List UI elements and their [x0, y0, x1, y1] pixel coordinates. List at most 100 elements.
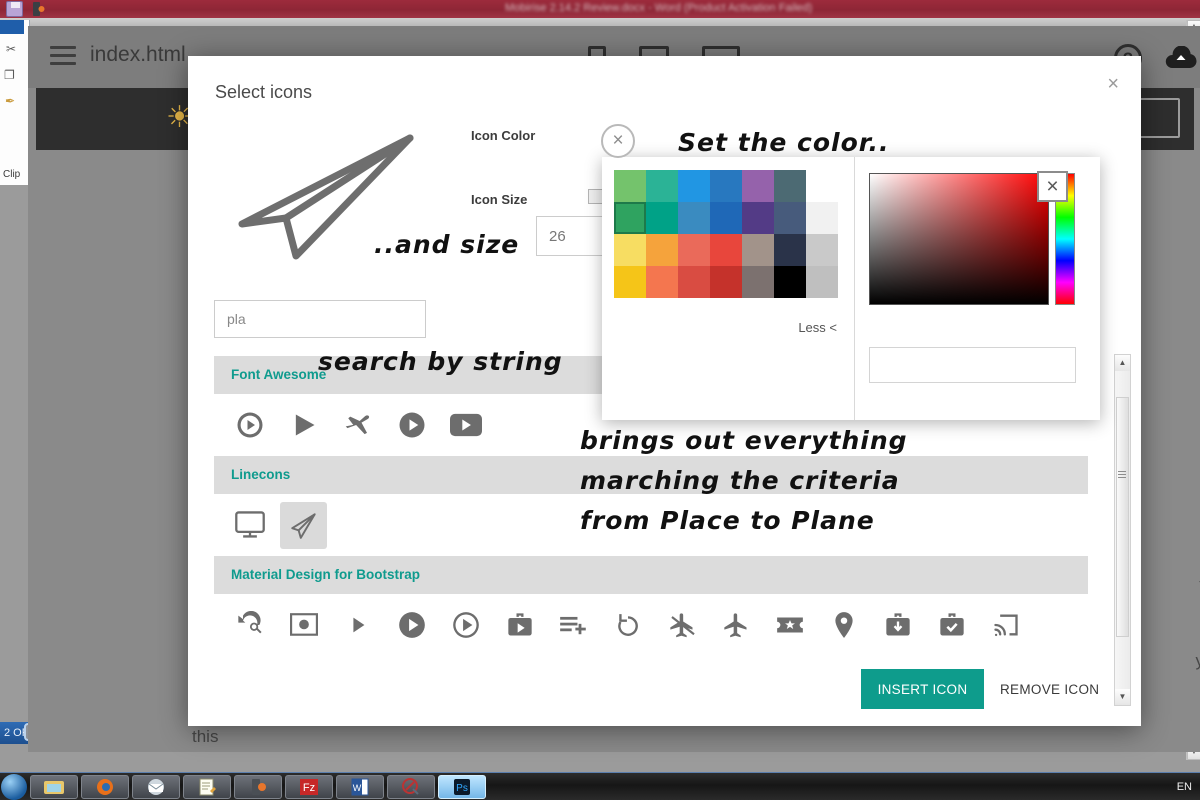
taskbar-item-word[interactable]: W — [336, 775, 384, 799]
color-swatch[interactable] — [710, 266, 742, 298]
publish-cloud-icon[interactable] — [1164, 46, 1198, 77]
local-play-ticket-icon[interactable] — [766, 602, 813, 649]
hamburger-icon[interactable] — [50, 46, 76, 66]
color-swatch[interactable] — [806, 266, 838, 298]
play-circle-filled-icon[interactable] — [388, 602, 435, 649]
taskbar: Fz W Ps EN — [0, 772, 1200, 800]
color-swatch[interactable] — [742, 234, 774, 266]
taskbar-item-notepad[interactable] — [183, 775, 231, 799]
annotation-and-size: ..and size — [374, 230, 519, 259]
color-swatch[interactable] — [614, 170, 646, 202]
youtube-play-icon[interactable] — [442, 402, 489, 449]
close-icon[interactable]: × — [1107, 74, 1119, 94]
taskbar-item-mail[interactable] — [132, 775, 180, 799]
color-swatch[interactable] — [710, 202, 742, 234]
color-swatch[interactable] — [614, 266, 646, 298]
page-filename[interactable]: index.html — [90, 43, 186, 67]
close-icon[interactable]: × — [601, 124, 635, 158]
play-arrow-icon[interactable] — [334, 602, 381, 649]
play-circle-outline-icon[interactable] — [226, 402, 273, 449]
close-icon[interactable]: × — [1037, 171, 1068, 202]
color-swatch[interactable] — [678, 202, 710, 234]
taskbar-item-filezilla[interactable]: Fz — [285, 775, 333, 799]
color-swatch[interactable] — [710, 234, 742, 266]
icon-size-input[interactable] — [536, 216, 608, 256]
custom-color-panel: × — [855, 157, 1100, 420]
word-clipboard-panel: ✂ ❐ ✒ Clip — [0, 20, 30, 185]
playlist-add-icon[interactable] — [550, 602, 597, 649]
airplanemode-on-icon[interactable] — [712, 602, 759, 649]
business-center-play-icon[interactable] — [496, 602, 543, 649]
hex-color-input[interactable] — [869, 347, 1076, 383]
play-circle-outline-icon[interactable] — [442, 602, 489, 649]
scroll-up-button[interactable]: ▲ — [1115, 355, 1130, 371]
annotation-line-3: from Place to Plane — [580, 506, 875, 535]
scrollbar-grip-icon — [1118, 471, 1126, 480]
taskbar-item-photoshop[interactable]: Ps — [438, 775, 486, 799]
color-swatch[interactable] — [774, 266, 806, 298]
color-swatch[interactable] — [806, 202, 838, 234]
svg-text:W: W — [353, 783, 362, 793]
color-swatch[interactable] — [678, 170, 710, 202]
business-center-download-icon[interactable] — [874, 602, 921, 649]
format-painter-icon[interactable]: ✒ — [5, 94, 15, 108]
cast-connected-icon[interactable] — [982, 602, 1029, 649]
place-pin-icon[interactable] — [820, 602, 867, 649]
library-scrollbar[interactable]: ▲ ▼ — [1114, 354, 1131, 706]
start-button[interactable] — [1, 774, 27, 800]
taskbar-item-explorer[interactable] — [30, 775, 78, 799]
color-swatch[interactable] — [646, 170, 678, 202]
word-titlebar: Mobirise 2.14.2 Review.docx - Word (Prod… — [0, 0, 1200, 18]
icon-color-swatch-button[interactable] — [588, 189, 603, 204]
search-input[interactable] — [214, 300, 426, 338]
taskbar-item-tool[interactable] — [387, 775, 435, 799]
color-swatch[interactable] — [742, 170, 774, 202]
svg-text:Fz: Fz — [303, 782, 315, 794]
color-swatch[interactable] — [774, 202, 806, 234]
color-picker-popover: × Less < × — [602, 157, 1100, 420]
taskbar-language: EN — [1177, 781, 1192, 793]
less-toggle[interactable]: Less < — [798, 320, 837, 335]
icon-row — [214, 594, 1117, 656]
copy-icon[interactable]: ❐ — [4, 68, 15, 82]
icon-size-label: Icon Size — [471, 192, 527, 207]
color-swatch[interactable] — [646, 234, 678, 266]
color-swatch[interactable] — [774, 170, 806, 202]
insert-icon-button[interactable]: INSERT ICON — [861, 669, 984, 709]
paper-plane-icon[interactable] — [280, 502, 327, 549]
play-circle-icon[interactable] — [388, 402, 435, 449]
color-swatch[interactable] — [678, 266, 710, 298]
scrollbar-thumb[interactable] — [1116, 397, 1129, 637]
plane-icon[interactable] — [334, 402, 381, 449]
play-icon[interactable] — [280, 402, 327, 449]
remove-icon-button[interactable]: REMOVE ICON — [1000, 669, 1099, 709]
color-swatch[interactable] — [774, 234, 806, 266]
save-icon[interactable] — [6, 1, 23, 17]
color-swatch[interactable] — [742, 266, 774, 298]
display-icon[interactable] — [226, 502, 273, 549]
color-swatch[interactable] — [806, 234, 838, 266]
cut-scissors-icon[interactable]: ✂ — [6, 42, 16, 56]
color-swatch[interactable] — [806, 170, 838, 202]
saturation-value-area[interactable] — [869, 173, 1049, 305]
replay-icon[interactable] — [604, 602, 651, 649]
color-swatch[interactable] — [614, 202, 646, 234]
autorenew-search-icon[interactable] — [226, 602, 273, 649]
color-swatch[interactable] — [710, 170, 742, 202]
screen: Mobirise 2.14.2 Review.docx - Word (Prod… — [0, 0, 1200, 800]
business-center-check-icon[interactable] — [928, 602, 975, 649]
scroll-down-button[interactable]: ▼ — [1115, 689, 1130, 705]
color-swatch[interactable] — [646, 266, 678, 298]
color-swatch[interactable] — [678, 234, 710, 266]
svg-text:Ps: Ps — [456, 783, 468, 794]
brightness-screen-icon[interactable] — [280, 602, 327, 649]
airplanemode-off-icon[interactable] — [658, 602, 705, 649]
color-swatch[interactable] — [742, 202, 774, 234]
taskbar-item-firefox[interactable] — [81, 775, 129, 799]
color-swatch-grid[interactable] — [614, 170, 838, 298]
color-swatch[interactable] — [614, 234, 646, 266]
annotation-line-1: brings out everything — [580, 426, 908, 455]
taskbar-item-mobirise[interactable] — [234, 775, 282, 799]
color-swatch[interactable] — [646, 202, 678, 234]
body-line: this — [192, 727, 218, 746]
